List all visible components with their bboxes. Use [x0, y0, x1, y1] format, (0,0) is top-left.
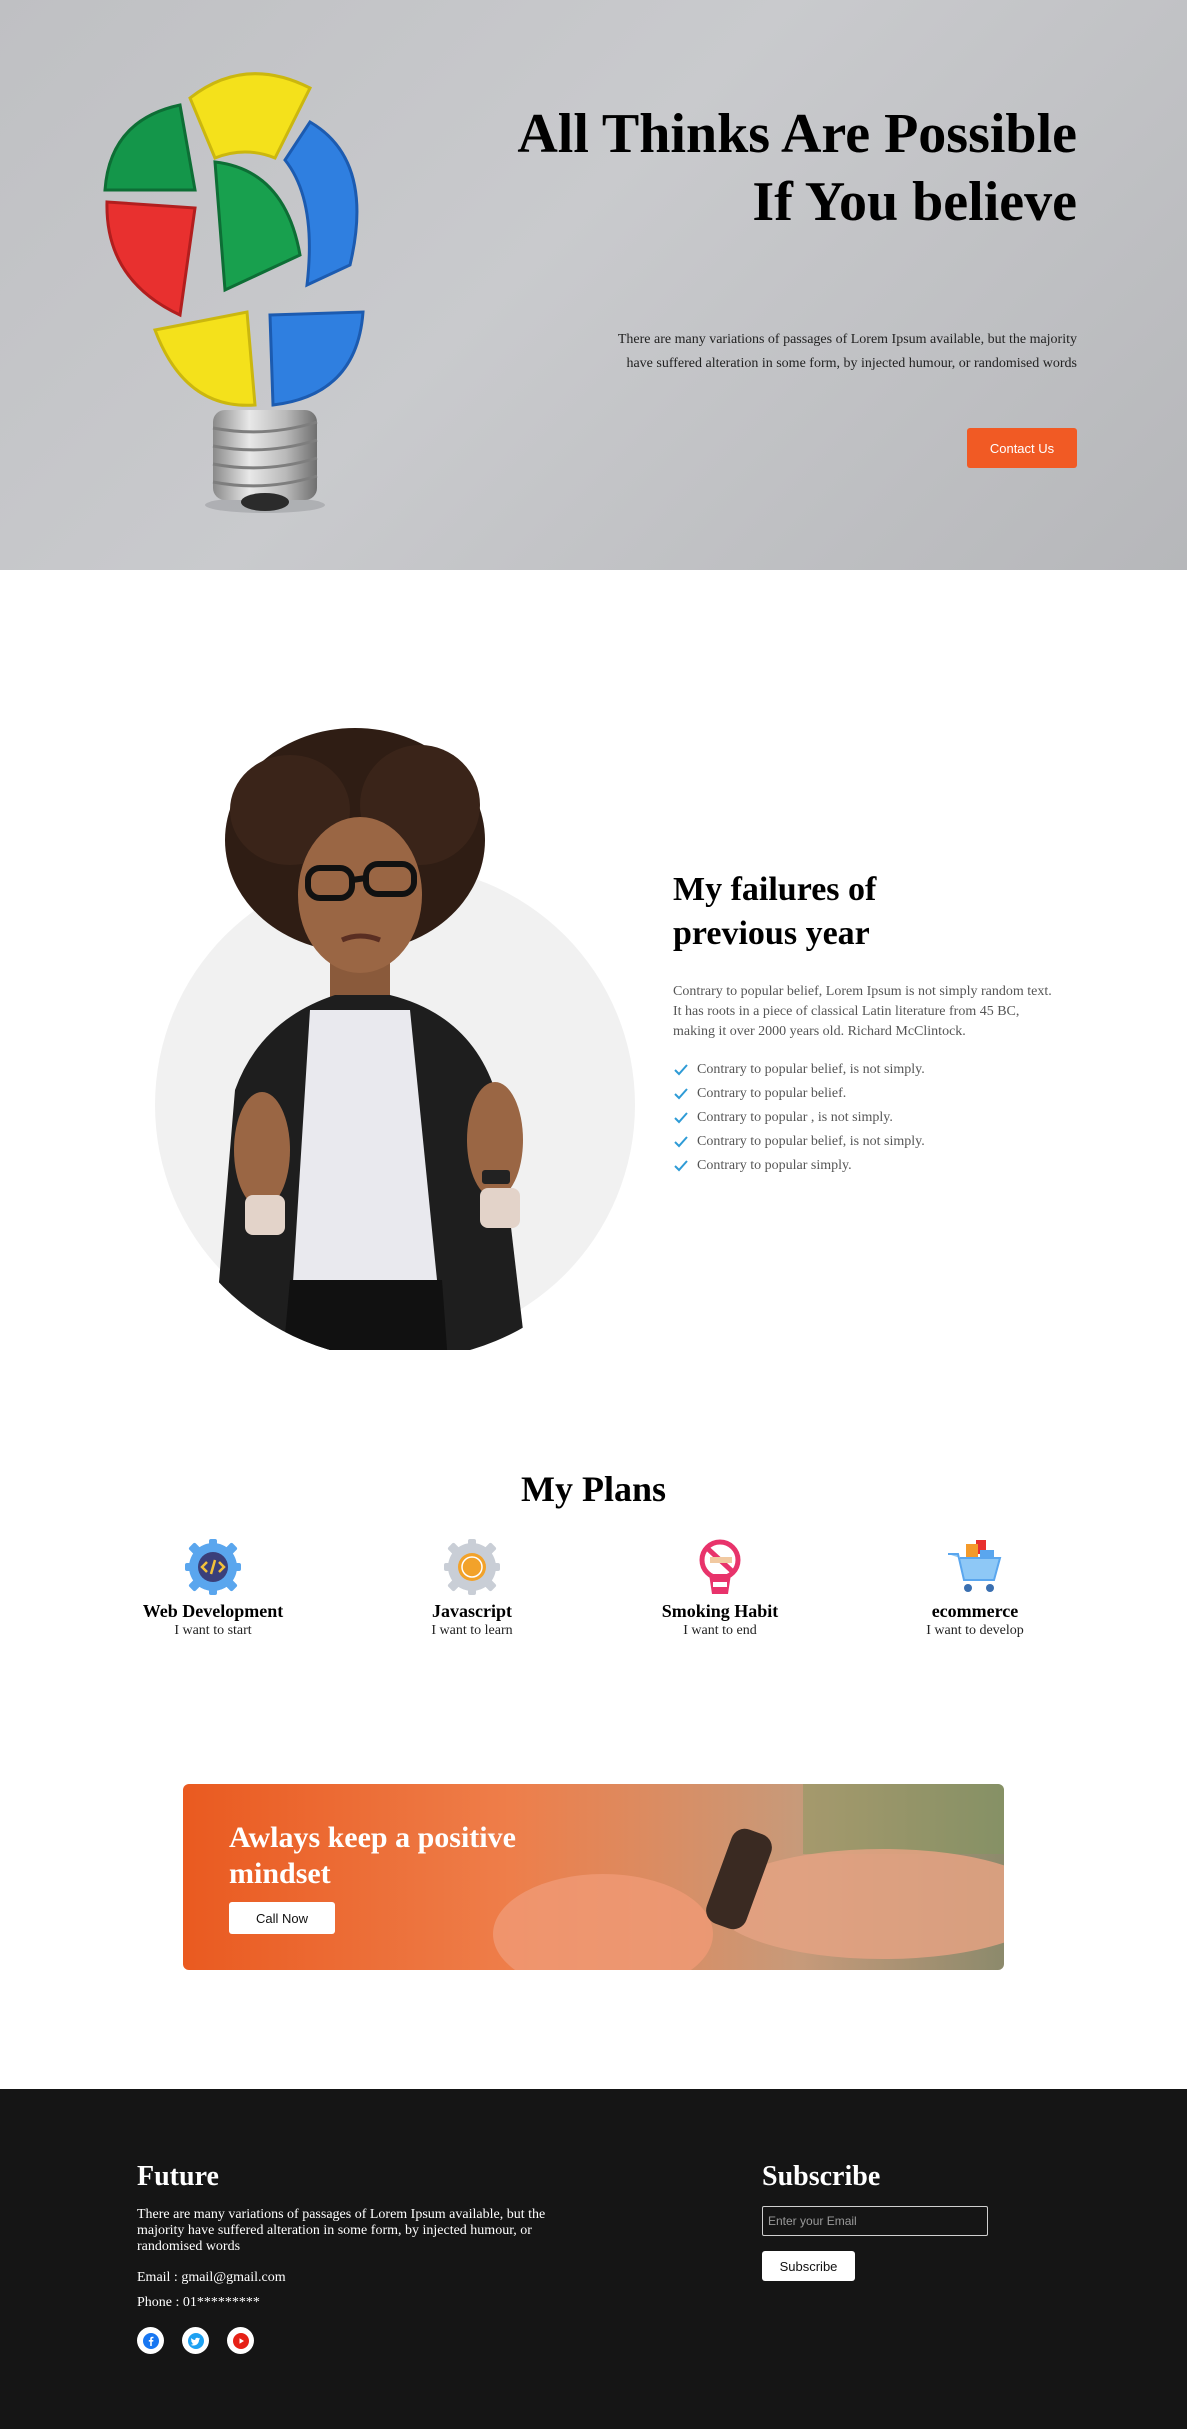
subscribe-button[interactable]: Subscribe [762, 2251, 855, 2281]
failures-checklist: Contrary to popular belief, is not simpl… [673, 1058, 1073, 1178]
plan-javascript: Javascript I want to learn [372, 1538, 572, 1640]
plan-name: ecommerce [931, 1601, 1019, 1621]
checklist-item-text: Contrary to popular , is not simply. [697, 1110, 893, 1125]
checklist-item-text: Contrary to popular belief, is not simpl… [697, 1134, 925, 1149]
footer-email: Email : gmail@gmail.com [137, 2270, 286, 2285]
plan-ecommerce: ecommerce I want to develop [875, 1538, 1075, 1640]
youtube-icon [232, 2332, 249, 2349]
footer-phone: Phone : 01********* [137, 2295, 260, 2310]
plan-name: Web Development [142, 1601, 284, 1621]
plan-web-development: Web Development I want to start [113, 1538, 313, 1640]
footer: Future There are many variations of pass… [0, 2089, 1187, 2429]
checklist-item-text: Contrary to popular belief. [697, 1086, 847, 1101]
plan-name: Javascript [432, 1601, 512, 1621]
positive-mindset-banner: Awlays keep a positive mindset Call Now [183, 1784, 1004, 1970]
facebook-icon [142, 2332, 159, 2349]
footer-brand: Future [137, 2161, 219, 2192]
check-icon [674, 1112, 688, 1124]
plan-subtitle: I want to learn [431, 1623, 513, 1638]
contact-us-button[interactable]: Contact Us [967, 428, 1077, 468]
plan-smoking-habit: Smoking Habit I want to end [620, 1538, 820, 1640]
plans-title: My Plans [520, 1469, 666, 1509]
code-gear-icon [185, 1539, 241, 1595]
facebook-link[interactable] [137, 2327, 164, 2354]
about-description: Contrary to popular belief, Lorem Ipsum … [673, 984, 1052, 1039]
youtube-link[interactable] [227, 2327, 254, 2354]
check-icon [674, 1136, 688, 1148]
plan-subtitle: I want to end [683, 1623, 757, 1638]
hero-section: All Thinks Are Possible If You believe T… [0, 0, 1187, 570]
js-gear-icon [444, 1539, 500, 1595]
footer-description: There are many variations of passages of… [137, 2207, 546, 2254]
checklist-item: Contrary to popular , is not simply. [673, 1106, 1073, 1130]
hero-title: All Thinks Are Possible If You believe [517, 103, 1077, 233]
email-input[interactable] [762, 2206, 988, 2236]
check-icon [674, 1088, 688, 1100]
social-links [137, 2327, 254, 2354]
checklist-item-text: Contrary to popular simply. [697, 1158, 852, 1173]
checklist-item: Contrary to popular belief, is not simpl… [673, 1130, 1073, 1154]
checklist-item: Contrary to popular belief, is not simpl… [673, 1058, 1073, 1082]
checklist-item: Contrary to popular belief. [673, 1082, 1073, 1106]
check-icon [674, 1160, 688, 1172]
call-now-button[interactable]: Call Now [229, 1902, 335, 1934]
lightbulb-puzzle-image [103, 72, 365, 513]
banner-title: Awlays keep a positive mindset [229, 1821, 516, 1890]
checklist-item: Contrary to popular simply. [673, 1154, 1073, 1178]
plan-subtitle: I want to develop [926, 1623, 1024, 1638]
checklist-item-text: Contrary to popular belief, is not simpl… [697, 1062, 925, 1077]
twitter-link[interactable] [182, 2327, 209, 2354]
no-smoking-icon [699, 1539, 741, 1594]
hero-description: There are many variations of passages of… [617, 332, 1077, 371]
shopping-cart-icon [948, 1540, 1002, 1592]
woman-portrait-image [155, 728, 635, 1350]
check-icon [674, 1064, 688, 1076]
about-title: My failures of previous year [673, 871, 877, 952]
plan-name: Smoking Habit [661, 1601, 779, 1621]
plan-subtitle: I want to start [174, 1623, 252, 1638]
subscribe-title: Subscribe [762, 2161, 881, 2192]
twitter-icon [187, 2332, 204, 2349]
